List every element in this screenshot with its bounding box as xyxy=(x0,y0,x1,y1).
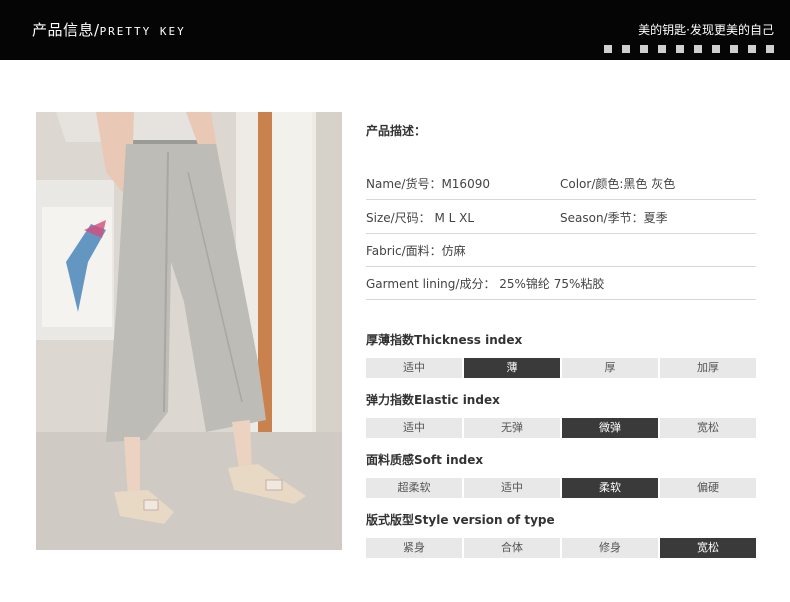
elastic-option-selected: 微弹 xyxy=(562,418,658,438)
soft-option: 偏硬 xyxy=(660,478,756,498)
attribute-lining: Garment lining/成分： 25%锦纶 75%粘胶 xyxy=(366,277,605,291)
header-title: 产品信息/PRETTY KEY xyxy=(32,19,186,40)
decorative-squares xyxy=(604,45,774,53)
description-heading: 产品描述： xyxy=(366,124,427,138)
product-photo xyxy=(36,112,342,550)
attribute-fabric: Fabric/面料：仿麻 xyxy=(366,244,466,258)
header-slogan: 美的钥匙·发现更美的自己 xyxy=(638,23,774,37)
thickness-index-title: 厚薄指数Thickness index xyxy=(366,333,523,347)
style-option: 紧身 xyxy=(366,538,462,558)
header-bar: 产品信息/PRETTY KEY 美的钥匙·发现更美的自己 xyxy=(0,0,790,60)
thickness-option-selected: 薄 xyxy=(464,358,560,378)
soft-option: 超柔软 xyxy=(366,478,462,498)
elastic-index-title: 弹力指数Elastic index xyxy=(366,393,500,407)
thickness-index-scale: 适中 薄 厚 加厚 xyxy=(366,358,756,378)
thickness-option: 厚 xyxy=(562,358,658,378)
elastic-option: 宽松 xyxy=(660,418,756,438)
soft-option-selected: 柔软 xyxy=(562,478,658,498)
attribute-color: Color/颜色:黑色 灰色 xyxy=(560,177,676,191)
soft-option: 适中 xyxy=(464,478,560,498)
soft-index-title: 面料质感Soft index xyxy=(366,453,484,467)
style-option: 修身 xyxy=(562,538,658,558)
soft-index-scale: 超柔软 适中 柔软 偏硬 xyxy=(366,478,756,498)
style-option-selected: 宽松 xyxy=(660,538,756,558)
attribute-name: Name/货号：M16090 xyxy=(366,177,490,191)
style-index-scale: 紧身 合体 修身 宽松 xyxy=(366,538,756,558)
attribute-row: Fabric/面料：仿麻 xyxy=(366,233,756,267)
elastic-option: 适中 xyxy=(366,418,462,438)
attribute-size: Size/尺码： M L XL xyxy=(366,211,475,225)
attribute-row: Size/尺码： M L XL Season/季节：夏季 xyxy=(366,200,756,234)
header-title-cn: 产品信息/ xyxy=(32,21,100,39)
attribute-row: Name/货号：M16090 Color/颜色:黑色 灰色 xyxy=(366,166,756,200)
attribute-row: Garment lining/成分： 25%锦纶 75%粘胶 xyxy=(366,266,756,300)
style-index-title: 版式版型Style version of type xyxy=(366,513,555,527)
elastic-option: 无弹 xyxy=(464,418,560,438)
elastic-index-scale: 适中 无弹 微弹 宽松 xyxy=(366,418,756,438)
attribute-season: Season/季节：夏季 xyxy=(560,211,668,225)
style-option: 合体 xyxy=(464,538,560,558)
header-title-en: PRETTY KEY xyxy=(99,25,186,38)
thickness-option: 加厚 xyxy=(660,358,756,378)
thickness-option: 适中 xyxy=(366,358,462,378)
